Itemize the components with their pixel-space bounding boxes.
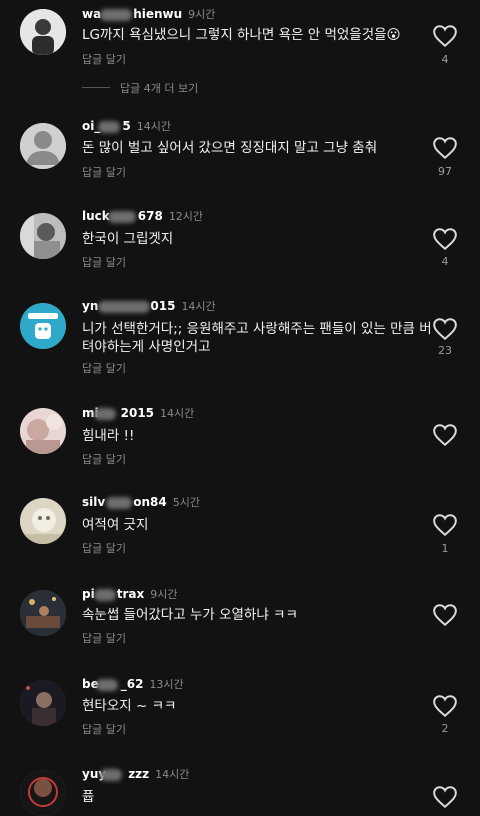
comment-text: 현타오지 ~ ㅋㅋ	[82, 698, 177, 714]
username-blur	[94, 589, 116, 601]
comment-text: 여적여 긋지	[82, 517, 149, 533]
avatar[interactable]	[20, 9, 66, 55]
reply-button[interactable]: 답글 달기	[82, 721, 126, 737]
heart-icon[interactable]	[432, 317, 458, 341]
username-blur	[108, 211, 136, 223]
reply-button[interactable]: 답글 달기	[82, 451, 126, 467]
heart-icon[interactable]	[432, 24, 458, 48]
comment-time: 9시간	[150, 588, 178, 601]
avatar[interactable]	[20, 590, 66, 636]
reply-button[interactable]: 답글 달기	[82, 540, 126, 556]
avatar[interactable]	[20, 213, 66, 259]
username-blur	[94, 408, 116, 420]
avatar[interactable]	[20, 303, 66, 349]
comment-text: 속눈썹 들어갔다고 누가 오열하냐 ㅋㅋ	[82, 607, 298, 623]
reply-button[interactable]: 답글 달기	[82, 630, 126, 646]
comment-text: 힘내라 !!	[82, 428, 135, 444]
comment-text: 돈 많이 벌고 싶어서 갔으면 징징대지 말고 그냥 춤춰	[82, 140, 378, 156]
heart-icon[interactable]	[432, 423, 458, 447]
username-blur	[96, 679, 118, 691]
username-blur	[100, 769, 122, 781]
heart-icon[interactable]	[432, 694, 458, 718]
avatar[interactable]	[20, 770, 66, 816]
comment-text: 니가 선택한거다;; 응원해주고 사랑해주는 팬들이 있는 만큼 버텨야하는게 …	[82, 321, 432, 355]
heart-icon[interactable]	[432, 227, 458, 251]
avatar[interactable]	[20, 123, 66, 169]
comment-time: 13시간	[149, 678, 184, 691]
like-count: 97	[438, 165, 452, 178]
avatar[interactable]	[20, 408, 66, 454]
reply-button[interactable]: 답글 달기	[82, 51, 126, 67]
username[interactable]: mi 2015	[82, 406, 154, 420]
heart-icon[interactable]	[432, 136, 458, 160]
comment-time: 5시간	[172, 496, 200, 509]
comment-time: 14시간	[155, 768, 190, 781]
comment-text: 퓹	[82, 789, 95, 805]
comment-time: 14시간	[160, 407, 195, 420]
view-more-replies-button[interactable]: 답글 4개 더 보기	[120, 80, 198, 96]
reply-button[interactable]: 답글 달기	[82, 254, 126, 270]
heart-icon[interactable]	[432, 603, 458, 627]
comment-text: 한국이 그립겟지	[82, 231, 174, 247]
comment-text: LG까지 욕심냈으니 그렇지 하나면 욕은 안 먹었을것을😮	[82, 27, 401, 43]
username[interactable]: wa hienwu	[82, 7, 182, 21]
username-blur	[98, 121, 120, 133]
username-blur	[98, 301, 150, 313]
comment-time: 14시간	[181, 300, 216, 313]
comment-time: 12시간	[168, 210, 204, 223]
username-blur	[100, 9, 132, 21]
like-count: 2	[441, 722, 449, 735]
heart-icon[interactable]	[432, 785, 458, 809]
username-blur	[106, 497, 132, 509]
like-count: 4	[441, 255, 449, 268]
like-count: 23	[438, 344, 452, 357]
avatar[interactable]	[20, 680, 66, 726]
reply-button[interactable]: 답글 달기	[82, 360, 126, 376]
comment-time: 9시간	[188, 8, 216, 21]
avatar[interactable]	[20, 498, 66, 544]
divider	[82, 87, 110, 88]
heart-icon[interactable]	[432, 513, 458, 537]
like-count: 4	[441, 53, 449, 66]
comment-time: 14시간	[136, 120, 171, 133]
reply-button[interactable]: 답글 달기	[82, 164, 126, 180]
like-count: 1	[441, 542, 449, 555]
